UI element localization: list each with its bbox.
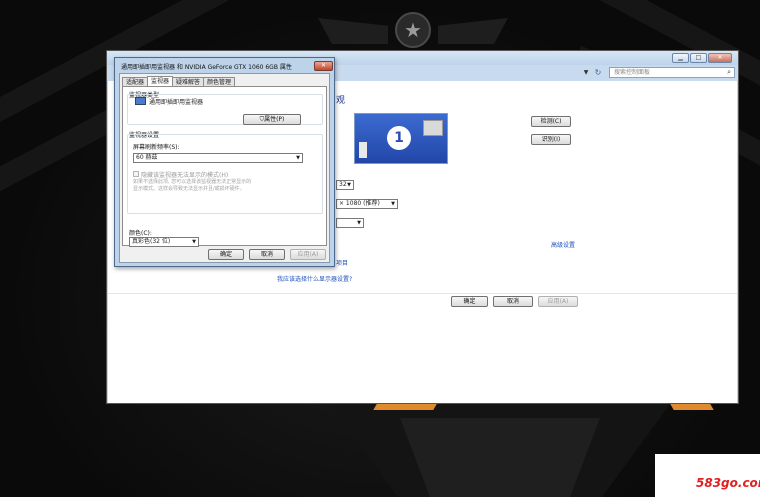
display-help-link[interactable]: 我应该选择什么显示器设置? xyxy=(277,274,352,283)
watermark: 583go.com xyxy=(655,454,760,497)
hide-modes-warning: 如果不选择此项, 您可以选择该监视器无法正常显示的 显示模式。这样会导致无法显示… xyxy=(133,179,321,193)
properties-button[interactable]: ⛉属性(P) xyxy=(243,114,301,125)
dialog-title[interactable]: 通用即插即用监视器 和 NVIDIA GeForce GTX 1060 6GB … xyxy=(121,62,292,71)
orientation-select[interactable]: ▼ xyxy=(336,218,364,228)
advanced-settings-link[interactable]: 高级设置 xyxy=(551,240,575,249)
chevron-down-icon: ▼ xyxy=(296,155,300,161)
refresh-rate-value: 60 赫兹 xyxy=(136,154,158,161)
dialog-cancel-button[interactable]: 取消 xyxy=(249,249,285,260)
warning-line: 如果不选择此项, 您可以选择该监视器无法正常显示的 xyxy=(133,179,252,185)
search-icon[interactable]: ⌕ xyxy=(727,68,731,77)
hide-modes-checkbox[interactable] xyxy=(133,171,139,177)
monitor-tab-page: 监视器类型 通用即插即用监视器 ⛉属性(P) 监视器设置 屏幕刷新频率(S): … xyxy=(122,86,327,247)
dialog-apply-button[interactable]: 应用(A) xyxy=(290,249,326,260)
colors-select[interactable]: 真彩色(32 位) ▼ xyxy=(129,237,199,247)
cancel-button[interactable]: 取消 xyxy=(493,296,533,307)
ok-button[interactable]: 确定 xyxy=(451,296,488,307)
star-emblem-icon: ★ xyxy=(395,12,431,48)
resolution-select[interactable]: × 1080 (推荐) ▼ xyxy=(336,199,398,209)
refresh-rate-select[interactable]: 60 赫兹 ▼ xyxy=(133,153,303,163)
properties-button-label: 属性(P) xyxy=(264,116,285,123)
partial-link[interactable]: 项目 xyxy=(336,258,348,267)
monitor-thumbnail-icon xyxy=(423,120,443,136)
page-title: 观 xyxy=(336,96,346,106)
identify-button[interactable]: 识别(I) xyxy=(531,134,571,145)
display-select-value: 32 xyxy=(339,181,347,188)
watermark-text: 583go.com xyxy=(696,476,760,490)
tab-color-management[interactable]: 颜色管理 xyxy=(203,77,236,86)
monitor-preview[interactable]: 1 xyxy=(354,113,448,164)
refresh-rate-label: 屏幕刷新频率(S): xyxy=(133,144,180,151)
chevron-down-icon[interactable]: ▼ xyxy=(581,68,591,78)
maximize-button[interactable]: □ xyxy=(690,53,707,63)
colors-label: 颜色(C): xyxy=(129,230,152,237)
tab-monitor[interactable]: 监视器 xyxy=(147,76,174,86)
monitor-icon xyxy=(135,97,146,105)
tab-strip: 适配器 监视器 疑难解答 颜色管理 xyxy=(122,76,236,86)
monitor-number-badge: 1 xyxy=(387,126,411,150)
detect-button[interactable]: 检测(C) xyxy=(531,116,571,127)
monitor-name: 通用即插即用监视器 xyxy=(149,99,204,106)
dialog-ok-button[interactable]: 确定 xyxy=(208,249,244,260)
refresh-icon[interactable]: ↻ xyxy=(592,68,604,78)
tab-troubleshoot[interactable]: 疑难解答 xyxy=(172,77,205,86)
chevron-down-icon: ▼ xyxy=(347,182,351,188)
search-placeholder: 搜索控制面板 xyxy=(614,69,651,76)
colors-value: 真彩色(32 位) xyxy=(132,238,171,245)
display-select[interactable]: 32 ▼ xyxy=(336,180,354,190)
minimize-button[interactable]: ▁ xyxy=(672,53,689,63)
monitor-properties-dialog: 通用即插即用监视器 和 NVIDIA GeForce GTX 1060 6GB … xyxy=(114,57,335,267)
search-input[interactable]: 搜索控制面板 ⌕ xyxy=(609,67,735,78)
warning-line: 显示模式。这样会导致无法显示并且/或损坏硬件。 xyxy=(133,186,245,192)
chevron-down-icon: ▼ xyxy=(391,201,395,207)
apply-button[interactable]: 应用(A) xyxy=(538,296,578,307)
divider xyxy=(108,293,737,294)
dialog-close-button[interactable]: ✕ xyxy=(314,61,333,71)
close-button[interactable]: ✕ xyxy=(708,53,732,63)
resolution-select-value: × 1080 (推荐) xyxy=(339,200,380,207)
tab-adapter[interactable]: 适配器 xyxy=(122,77,149,86)
hide-modes-label: 隐藏该监视器无法显示的模式(H) xyxy=(141,172,229,179)
chevron-down-icon: ▼ xyxy=(357,220,361,226)
chevron-down-icon: ▼ xyxy=(192,239,196,245)
